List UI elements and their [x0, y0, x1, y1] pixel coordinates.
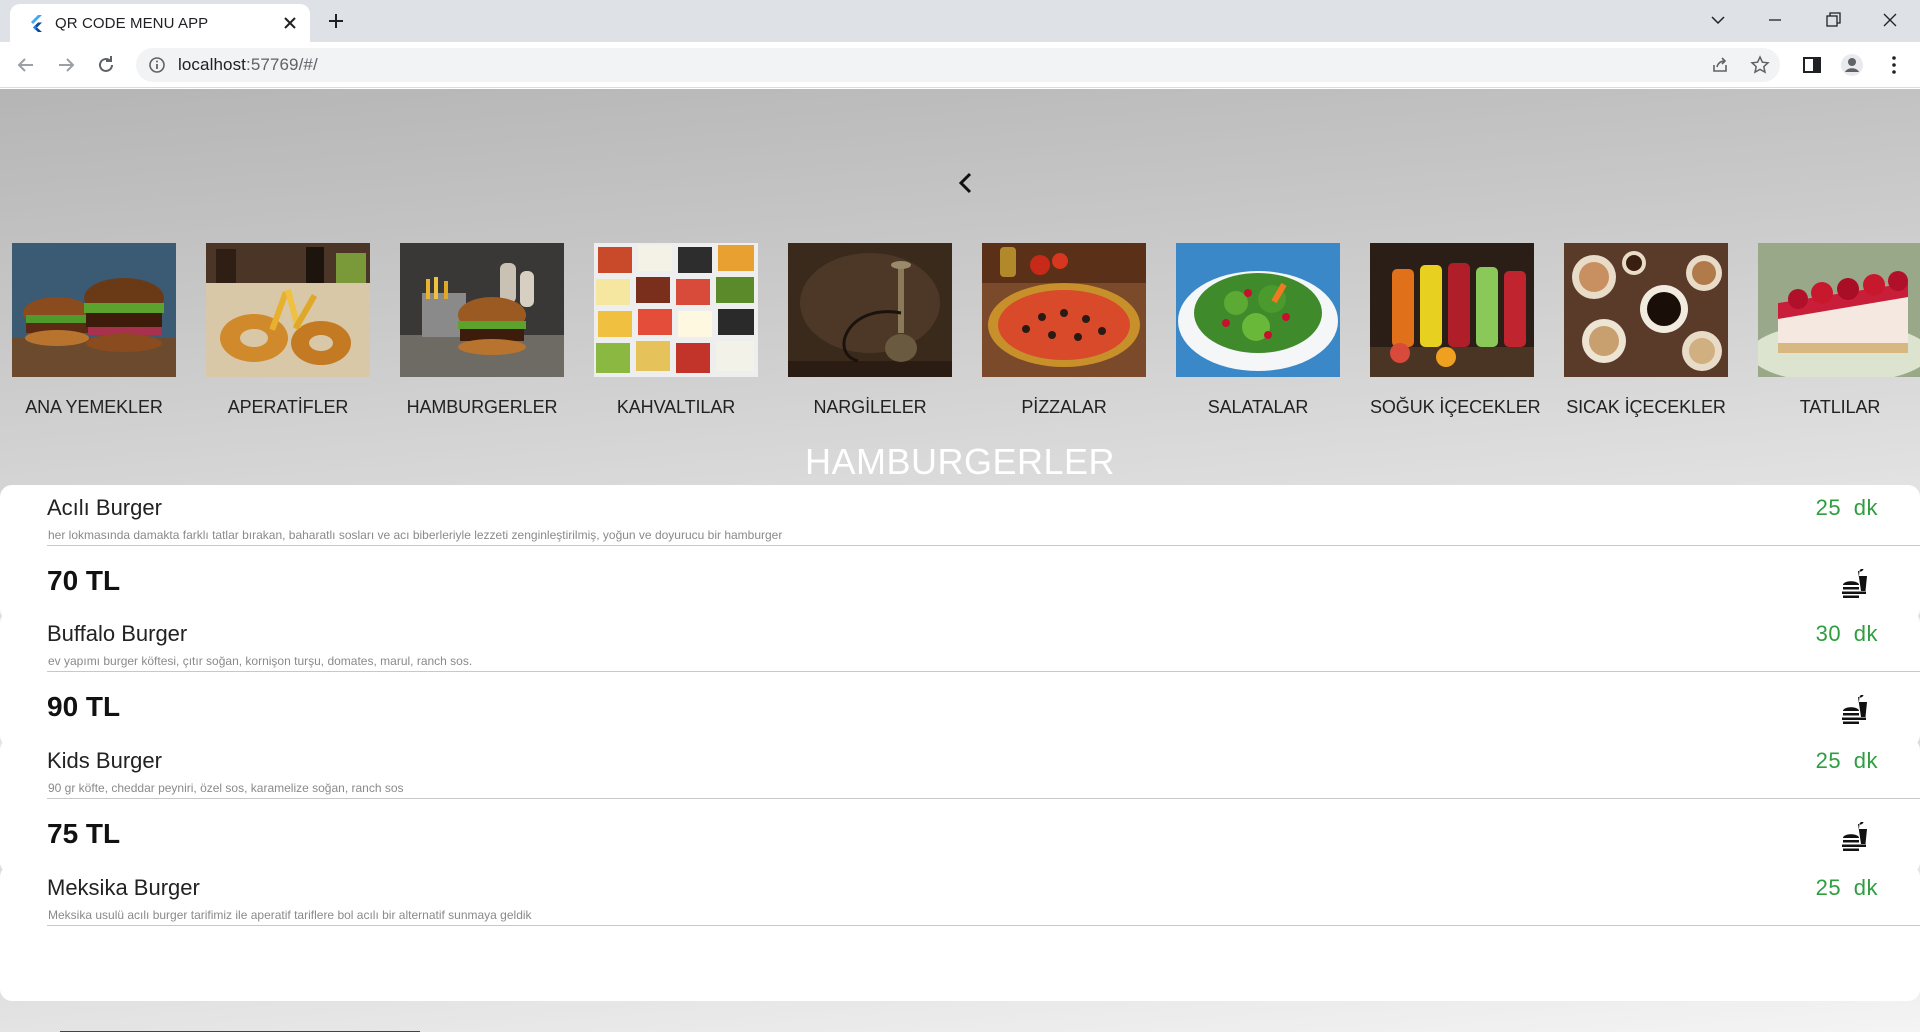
- browser-tabstrip: QR CODE MENU APP: [0, 0, 1920, 42]
- close-icon[interactable]: [282, 15, 298, 31]
- category-sicak-icecekler[interactable]: SICAK İÇECEKLER: [1564, 243, 1728, 418]
- item-description: her lokmasında damakta farklı tatlar bır…: [48, 528, 783, 542]
- category-label: APERATİFLER: [227, 397, 349, 417]
- category-nargileler[interactable]: NARGİLELER: [788, 243, 952, 418]
- divider: [47, 545, 1920, 546]
- category-label: HAMBURGERLER: [406, 397, 558, 417]
- menu-item-card[interactable]: Buffalo Burger 30 dk ev yapımı burger kö…: [0, 611, 1920, 747]
- back-arrow-icon[interactable]: [14, 53, 38, 77]
- category-label: SOĞUK İÇECEKLER: [1370, 397, 1541, 417]
- flutter-icon: [31, 15, 42, 32]
- fastfood-icon[interactable]: [1840, 822, 1870, 852]
- item-name: Meksika Burger: [47, 875, 200, 900]
- item-name: Buffalo Burger: [47, 621, 188, 646]
- hookah-photo-icon: [788, 243, 952, 377]
- hot-drinks-photo-icon: [1564, 243, 1728, 377]
- item-price: 75 TL: [47, 818, 121, 849]
- fries-photo-icon: [206, 243, 370, 377]
- item-prep-time: 25 dk: [1815, 495, 1878, 520]
- cake-photo-icon: [1758, 243, 1920, 377]
- share-icon[interactable]: [1710, 55, 1730, 75]
- item-prep-time: 25 dk: [1815, 748, 1878, 773]
- menu-item-card[interactable]: Meksika Burger 25 dk Meksika usulü acılı…: [0, 865, 1920, 1001]
- category-ana-yemekler[interactable]: ANA YEMEKLER: [12, 243, 176, 418]
- category-label: SALATALAR: [1207, 397, 1309, 417]
- item-name: Kids Burger: [47, 748, 162, 773]
- category-tatlilar[interactable]: TATLILAR: [1758, 243, 1920, 418]
- bookmark-star-icon[interactable]: [1750, 55, 1770, 75]
- category-pizzalar[interactable]: PİZZALAR: [982, 243, 1146, 418]
- salad-photo-icon: [1176, 243, 1340, 377]
- category-aperatifler[interactable]: APERATİFLER: [206, 243, 370, 418]
- forward-arrow-icon[interactable]: [54, 53, 78, 77]
- site-info-icon[interactable]: [148, 56, 166, 74]
- url-text[interactable]: localhost:57769/#/: [178, 55, 318, 75]
- breakfast-photo-icon: [594, 243, 758, 377]
- category-label: NARGİLELER: [813, 397, 927, 417]
- section-title: HAMBURGERLER: [804, 441, 1116, 482]
- hamburger-photo-icon: [400, 243, 564, 377]
- category-label: PİZZALAR: [1021, 397, 1107, 417]
- side-panel-icon[interactable]: [1800, 53, 1824, 77]
- chevron-left-icon[interactable]: [952, 169, 980, 197]
- item-name: Acılı Burger: [47, 495, 162, 520]
- divider: [47, 798, 1920, 799]
- category-label: TATLILAR: [1799, 397, 1881, 417]
- browser-tab[interactable]: QR CODE MENU APP: [10, 4, 310, 42]
- profile-avatar-icon[interactable]: [1840, 53, 1864, 77]
- fastfood-icon[interactable]: [1840, 695, 1870, 725]
- address-bar[interactable]: localhost:57769/#/: [136, 48, 1780, 82]
- new-tab-icon[interactable]: [326, 11, 346, 31]
- window-close-icon[interactable]: [1880, 10, 1900, 30]
- menu-dots-icon[interactable]: [1882, 53, 1906, 77]
- category-label: KAHVALTILAR: [616, 397, 736, 417]
- reload-icon[interactable]: [94, 53, 118, 77]
- restore-icon[interactable]: [1823, 10, 1843, 30]
- fastfood-icon[interactable]: [1840, 569, 1870, 599]
- browser-toolbar: localhost:57769/#/: [0, 42, 1920, 88]
- divider: [47, 671, 1920, 672]
- menu-page: ANA YEMEKLER APERATİFLER HAMBURGERLER KA…: [0, 89, 1920, 1032]
- category-label: SICAK İÇECEKLER: [1566, 397, 1726, 417]
- minimize-icon[interactable]: [1765, 10, 1785, 30]
- tab-search-icon[interactable]: [1708, 10, 1728, 30]
- item-prep-time: 25 dk: [1815, 875, 1878, 900]
- category-soguk-icecekler[interactable]: SOĞUK İÇECEKLER: [1370, 243, 1541, 418]
- item-prep-time: 30 dk: [1815, 621, 1878, 646]
- tab-title: QR CODE MENU APP: [55, 15, 209, 32]
- item-price: 90 TL: [47, 691, 121, 722]
- item-price: 70 TL: [47, 565, 121, 596]
- menu-item-card[interactable]: Acılı Burger 25 dk her lokmasında damakt…: [0, 485, 1920, 621]
- category-label: ANA YEMEKLER: [25, 397, 163, 417]
- divider: [47, 925, 1920, 926]
- item-description: 90 gr köfte, cheddar peyniri, özel sos, …: [48, 781, 404, 795]
- category-salatalar[interactable]: SALATALAR: [1176, 243, 1340, 418]
- burger-photo-icon: [12, 243, 176, 377]
- category-kahvaltilar[interactable]: KAHVALTILAR: [594, 243, 758, 418]
- menu-item-card[interactable]: Kids Burger 25 dk 90 gr köfte, cheddar p…: [0, 738, 1920, 874]
- item-description: ev yapımı burger köftesi, çıtır soğan, k…: [48, 654, 473, 668]
- item-description: Meksika usulü acılı burger tarifimiz ile…: [48, 908, 532, 922]
- cold-drinks-photo-icon: [1370, 243, 1534, 377]
- category-hamburgerler[interactable]: HAMBURGERLER: [400, 243, 564, 418]
- pizza-photo-icon: [982, 243, 1146, 377]
